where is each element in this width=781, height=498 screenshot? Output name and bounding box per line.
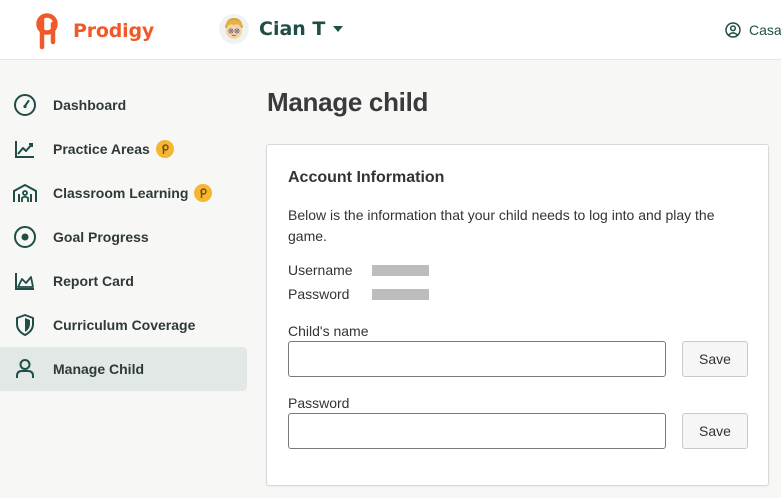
child-switcher[interactable]: Cian T bbox=[219, 12, 344, 46]
childs-name-input[interactable] bbox=[288, 341, 666, 377]
username-label: Username bbox=[288, 262, 353, 278]
sidebar-item-label: Goal Progress bbox=[53, 229, 149, 245]
sidebar-item-label: Curriculum Coverage bbox=[53, 317, 196, 333]
target-icon bbox=[12, 224, 38, 250]
chevron-down-icon bbox=[333, 26, 344, 32]
sidebar-item-goal-progress[interactable]: Goal Progress bbox=[0, 215, 248, 259]
prodigy-logo-icon bbox=[36, 13, 58, 50]
sidebar-item-curriculum-coverage[interactable]: Curriculum Coverage bbox=[0, 303, 248, 347]
area-chart-icon bbox=[12, 268, 38, 294]
user-circle-icon bbox=[725, 22, 741, 38]
prodigy-logo[interactable]: Prodigy bbox=[30, 11, 154, 51]
username-row: Username bbox=[288, 261, 429, 279]
card-description: Below is the information that your child… bbox=[288, 207, 715, 244]
sidebar-item-label: Dashboard bbox=[53, 97, 127, 113]
password-row: Password bbox=[288, 285, 429, 303]
childs-name-label: Child's name bbox=[288, 323, 369, 339]
child-avatar bbox=[219, 14, 249, 44]
new-password-label: Password bbox=[288, 395, 350, 411]
new-password-input[interactable] bbox=[288, 413, 666, 449]
classroom-icon bbox=[12, 180, 38, 206]
sidebar-item-label: Practice Areas bbox=[53, 141, 150, 157]
brand-name: Prodigy bbox=[73, 20, 155, 42]
sidebar-item-manage-child[interactable]: Manage Child bbox=[0, 347, 247, 391]
shield-icon bbox=[12, 312, 38, 338]
trend-line-icon bbox=[12, 136, 38, 162]
card-title: Account Information bbox=[288, 169, 445, 186]
account-menu[interactable]: Casa bbox=[725, 20, 781, 40]
sidebar-item-label: Report Card bbox=[53, 273, 134, 289]
sidebar-item-dashboard[interactable]: Dashboard bbox=[0, 83, 248, 127]
sidebar-item-report-card[interactable]: Report Card bbox=[0, 259, 248, 303]
account-label: Casa bbox=[749, 22, 781, 38]
password-label: Password bbox=[288, 286, 350, 302]
person-icon bbox=[12, 356, 38, 382]
child-name: Cian T bbox=[259, 18, 326, 40]
gauge-icon bbox=[12, 92, 38, 118]
premium-badge-icon bbox=[155, 140, 174, 158]
redacted-username bbox=[372, 264, 429, 276]
sidebar-item-practice-areas[interactable]: Practice Areas bbox=[0, 127, 248, 171]
sidebar-nav: Dashboard Practice Areas Classroom Learn… bbox=[0, 61, 248, 391]
save-password-button[interactable]: Save bbox=[682, 413, 748, 449]
sidebar-item-classroom-learning[interactable]: Classroom Learning bbox=[0, 171, 248, 215]
top-bar: Prodigy Cian T Casa bbox=[0, 0, 781, 60]
page-title: Manage child bbox=[267, 87, 429, 117]
premium-badge-icon bbox=[194, 184, 213, 202]
sidebar-item-label: Manage Child bbox=[53, 361, 145, 377]
sidebar-item-label: Classroom Learning bbox=[53, 185, 189, 201]
account-information-card: Account Information Below is the informa… bbox=[266, 144, 769, 486]
save-childs-name-button[interactable]: Save bbox=[682, 341, 748, 377]
redacted-password bbox=[372, 288, 429, 300]
